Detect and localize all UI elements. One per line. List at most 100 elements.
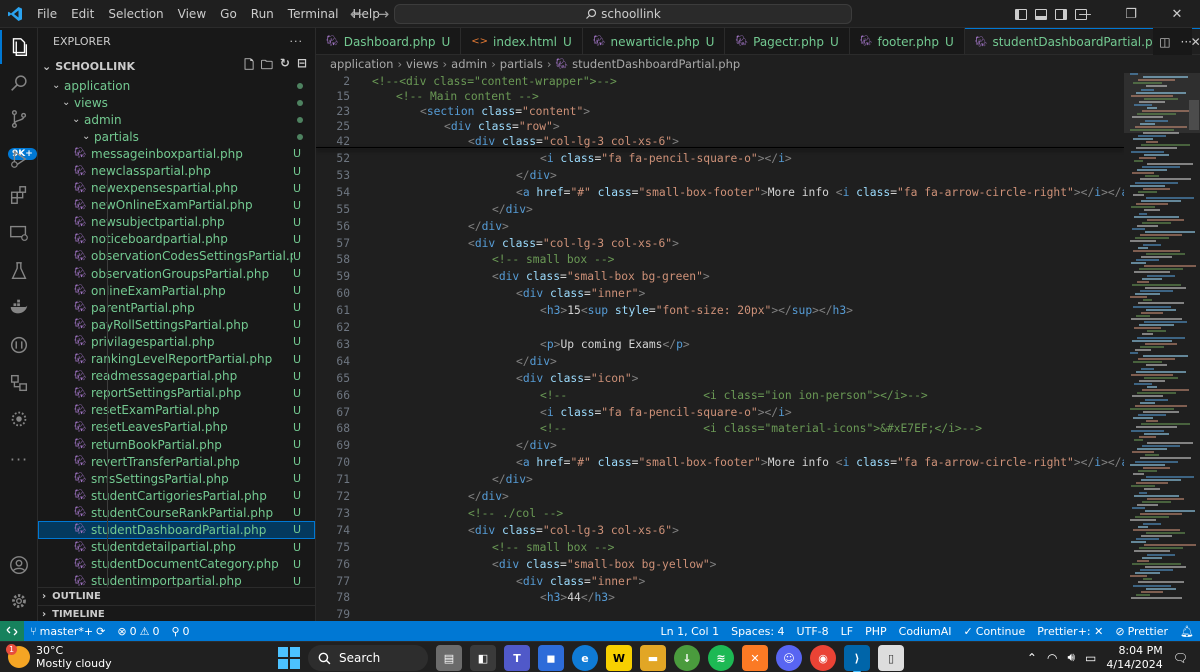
notifications-bell-icon[interactable]: 🔔︎ (1174, 625, 1200, 638)
menu-terminal[interactable]: Terminal (281, 0, 346, 28)
cursor-position[interactable]: Ln 1, Col 1 (655, 625, 726, 638)
store-icon[interactable]: ◼ (538, 645, 564, 671)
breadcrumb-item[interactable]: views (406, 57, 438, 71)
editor-tab[interactable]: <> index.html U (461, 28, 583, 54)
minimize-icon[interactable]: — (1062, 0, 1108, 28)
file-item[interactable]: 🐘︎ observationGroupsPartial.php U (38, 265, 315, 282)
file-item[interactable]: 🐘︎ studentDocumentCategory.php U (38, 556, 315, 573)
run-debug-icon[interactable] (0, 142, 38, 176)
clock[interactable]: 8:04 PM 4/14/2024 (1106, 644, 1162, 672)
file-explorer-app-icon[interactable]: ▤ (436, 645, 462, 671)
menu-run[interactable]: Run (244, 0, 281, 28)
accounts-icon[interactable] (0, 548, 38, 582)
outline-section[interactable]: › OUTLINE (38, 587, 315, 605)
file-item[interactable]: 🐘︎ readmessagepartial.php U (38, 368, 315, 385)
weather-widget[interactable]: 1 30°C Mostly cloudy (6, 644, 112, 670)
folder-application[interactable]: ⌄ application (38, 77, 315, 94)
file-item[interactable]: 🐘︎ smsSettingsPartial.php U (38, 470, 315, 487)
file-item[interactable]: 🐘︎ studentDashboardPartial.php U (38, 521, 315, 539)
vscode-app-icon[interactable]: ⟩ (844, 645, 870, 672)
file-item[interactable]: 🐘︎ resetExamPartial.php U (38, 402, 315, 419)
back-arrow-icon[interactable]: ← (350, 5, 363, 23)
timeline-section[interactable]: › TIMELINE (38, 605, 315, 621)
problems-indicator[interactable]: ⊗ 0 ⚠ 0 (111, 625, 165, 638)
editor-tab[interactable]: 🐘︎ newarticle.php U (583, 28, 726, 54)
close-tab-icon[interactable]: ✕ (1191, 35, 1200, 49)
file-item[interactable]: 🐘︎ noticeboardpartial.php U (38, 231, 315, 248)
menu-go[interactable]: Go (213, 0, 244, 28)
prettier-plus-status[interactable]: Prettier+: ✕ (1031, 625, 1109, 638)
xampp-icon[interactable]: ✕ (742, 645, 768, 671)
file-item[interactable]: 🐘︎ messageinboxpartial.php U (38, 145, 315, 162)
file-item[interactable]: 🐘︎ resetLeavesPartial.php U (38, 419, 315, 436)
menu-file[interactable]: File (30, 0, 64, 28)
collapse-all-icon[interactable]: ⊟ (297, 56, 307, 77)
more-actions-icon[interactable]: ··· (290, 35, 304, 48)
file-item[interactable]: 🐘︎ studentCartigoriesPartial.php U (38, 487, 315, 504)
manage-gear-icon[interactable] (0, 584, 38, 618)
editor-tab[interactable]: 🐘︎ Pagectr.php U (725, 28, 850, 54)
end-of-line[interactable]: LF (835, 625, 859, 638)
folder-partials[interactable]: ⌄ partials (38, 128, 315, 145)
windows-start-icon[interactable] (278, 647, 300, 669)
split-editor-icon[interactable]: ◫ (1159, 35, 1170, 49)
language-mode[interactable]: PHP (859, 625, 893, 638)
close-icon[interactable]: ✕ (1154, 0, 1200, 28)
explorer-icon[interactable] (0, 30, 38, 64)
new-file-icon[interactable]: 🗋 (244, 56, 254, 77)
minimap[interactable] (1124, 73, 1200, 621)
restore-icon[interactable]: ❐ (1108, 0, 1154, 28)
more-views-icon[interactable]: ··· (0, 442, 38, 476)
remote-explorer-icon[interactable] (0, 216, 38, 250)
live-share-icon[interactable] (0, 328, 38, 362)
file-item[interactable]: 🐘︎ newsubjectpartial.php U (38, 214, 315, 231)
breadcrumb-item[interactable]: admin (451, 57, 487, 71)
volume-icon[interactable]: 🔊︎ (1067, 650, 1075, 665)
taskbar-search[interactable]: Search (308, 645, 428, 671)
docker-icon[interactable] (0, 290, 38, 324)
notification-center-icon[interactable]: 🗨︎ (1173, 651, 1188, 665)
folder-admin[interactable]: ⌄ admin (38, 111, 315, 128)
prettier-status[interactable]: ⊘ Prettier (1109, 625, 1174, 638)
file-item[interactable]: 🐘︎ newexpensespartial.php U (38, 180, 315, 197)
encoding[interactable]: UTF-8 (791, 625, 835, 638)
task-view-icon[interactable]: ◧ (470, 645, 496, 671)
file-item[interactable]: 🐘︎ newclasspartial.php U (38, 162, 315, 179)
tray-expand-icon[interactable]: ⌃ (1027, 651, 1037, 665)
forward-arrow-icon[interactable]: → (377, 5, 390, 23)
source-control-icon[interactable] (0, 102, 38, 136)
indentation[interactable]: Spaces: 4 (725, 625, 790, 638)
search-icon[interactable] (0, 66, 38, 100)
file-item[interactable]: 🐘︎ studentdetailpartial.php U (38, 539, 315, 556)
file-item[interactable]: 🐘︎ revertTransferPartial.php U (38, 453, 315, 470)
git-branch[interactable]: ⑂ master*+ ⟳ (24, 625, 111, 638)
folder-views[interactable]: ⌄ views (38, 94, 315, 111)
file-item[interactable]: 🐘︎ reportSettingsPartial.php U (38, 385, 315, 402)
file-item[interactable]: 🐘︎ privilagespartial.php U (38, 333, 315, 350)
breadcrumb-item[interactable]: application (330, 57, 393, 71)
continue-status[interactable]: ✓ Continue (958, 625, 1032, 638)
teams-icon[interactable]: T (504, 645, 530, 671)
wifi-icon[interactable]: ◠ (1047, 651, 1057, 665)
file-item[interactable]: 🐘︎ rankingLevelReportPartial.php U (38, 351, 315, 368)
downloader-icon[interactable]: ↓ (674, 645, 700, 671)
file-item[interactable]: 🐘︎ onlineExamPartial.php U (38, 282, 315, 299)
editor-tab[interactable]: 🐘︎ footer.php U (850, 28, 965, 54)
ports-indicator[interactable]: ⚲ 0 (165, 625, 195, 638)
menu-selection[interactable]: Selection (101, 0, 170, 28)
edge-icon[interactable]: e (572, 645, 598, 671)
menu-edit[interactable]: Edit (64, 0, 101, 28)
toggle-sidebar-icon[interactable] (1015, 8, 1027, 20)
toggle-panel-icon[interactable] (1035, 8, 1047, 20)
spotify-icon[interactable]: ≋ (708, 645, 734, 671)
file-item[interactable]: 🐘︎ parentPartial.php U (38, 299, 315, 316)
vertical-scrollbar-thumb[interactable] (1189, 100, 1199, 130)
settings-sync-icon[interactable] (0, 402, 38, 436)
new-folder-icon[interactable]: 🗀 (261, 56, 273, 77)
code-editor[interactable]: 2 <!--<div class="content-wrapper">--> 15 <… (316, 73, 1124, 621)
extensions-icon[interactable] (0, 178, 38, 212)
testing-flask-icon[interactable] (0, 254, 38, 288)
file-item[interactable]: 🐘︎ newOnlineExamPartial.php U (38, 197, 315, 214)
remote-indicator-icon[interactable] (0, 621, 24, 641)
file-item[interactable]: 🐘︎ returnBookPartial.php U (38, 436, 315, 453)
